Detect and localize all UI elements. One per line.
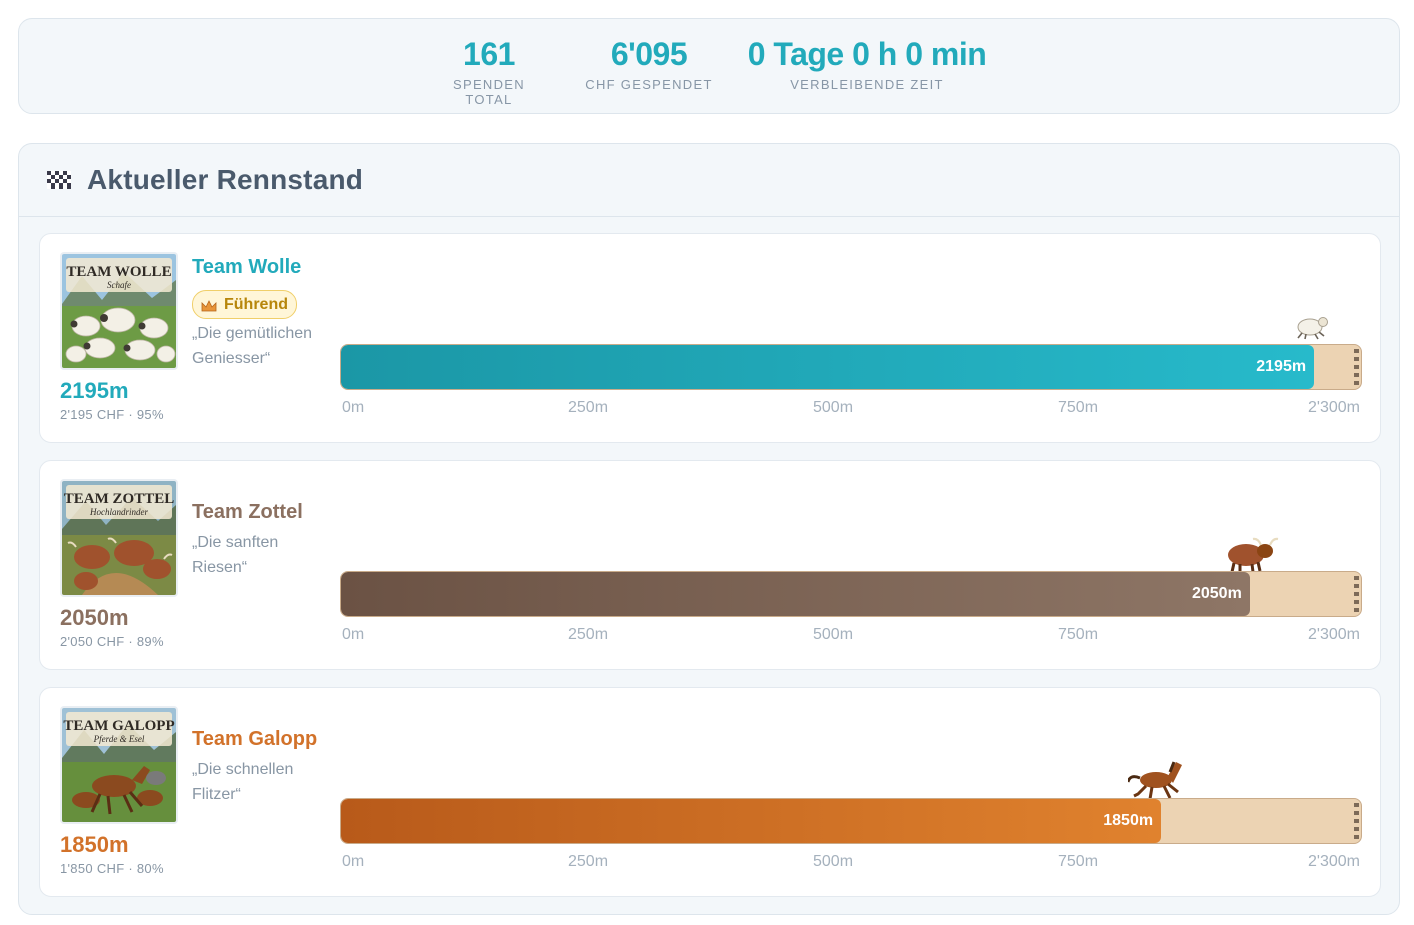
team-wolle-progress: 2195m: [341, 345, 1315, 389]
team-wolle-distance: 2195m: [60, 378, 129, 403]
sheep-icon: [1292, 312, 1330, 345]
team-wolle-image-title: TEAM WOLLE: [66, 264, 171, 280]
tick-0: 0m: [342, 626, 365, 643]
finish-line: [1354, 576, 1359, 612]
tick-goal: 2'300m: [1308, 853, 1360, 870]
stats-bar: 161 SPENDEN TOTAL 6'095 CHF GESPENDET 0 …: [18, 18, 1400, 114]
team-wolle-tagline: „Die gemütlichen Geniesser“: [192, 325, 313, 367]
team-wolle-track: 2195m: [340, 344, 1362, 390]
finish-line: [1354, 349, 1359, 385]
team-galopp-progress-label: 1850m: [1103, 812, 1154, 829]
team-card-wolle: TEAM WOLLE Schafe Team Wolle Führend „Di…: [39, 233, 1381, 443]
team-card-zottel: TEAM ZOTTEL Hochlandrinder Team Zottel „…: [39, 460, 1381, 670]
tick-250: 250m: [568, 853, 609, 870]
team-galopp-image-title: TEAM GALOPP: [63, 718, 174, 734]
leading-badge: Führend: [192, 290, 297, 319]
stat-chf-label: CHF GESPENDET: [585, 77, 713, 92]
team-wolle-image: TEAM WOLLE Schafe: [60, 252, 178, 370]
tick-500: 500m: [813, 626, 854, 643]
checkered-flag-icon: [47, 171, 71, 189]
team-galopp-axis: 0m 250m 500m 750m 2'300m: [342, 853, 1360, 873]
team-galopp-image: TEAM GALOPP Pferde & Esel: [60, 706, 178, 824]
stat-donations-label: SPENDEN TOTAL: [453, 77, 525, 107]
team-zottel-track: 2050m: [340, 571, 1362, 617]
tick-250: 250m: [568, 626, 609, 643]
team-wolle-meta: 2'195 CHF · 95%: [60, 407, 164, 422]
team-zottel-tagline: „Die sanften Riesen“: [192, 534, 279, 576]
stat-donations-value: 161: [463, 36, 515, 72]
team-galopp-distance: 1850m: [60, 832, 129, 857]
crown-icon: [201, 299, 217, 311]
tick-500: 500m: [813, 853, 854, 870]
team-wolle-progress-label: 2195m: [1256, 358, 1307, 375]
team-card-galopp: TEAM GALOPP Pferde & Esel Team Galopp „D…: [39, 687, 1381, 897]
team-zottel-progress-label: 2050m: [1191, 585, 1242, 602]
team-galopp-progress: 1850m: [341, 799, 1162, 843]
tick-goal: 2'300m: [1308, 399, 1360, 416]
stat-chf-value: 6'095: [610, 36, 688, 72]
team-galopp-track: 1850m: [340, 798, 1362, 844]
tick-250: 250m: [568, 399, 609, 416]
stat-time-value: 0 Tage 0 h 0 min: [747, 36, 987, 72]
team-wolle-image-subtitle: Schafe: [107, 280, 131, 290]
stat-chf: 6'095 CHF GESPENDET: [584, 33, 714, 92]
race-title: Aktueller Rennstand: [87, 164, 364, 195]
race-panel: Aktueller Rennstand TEAM WOLLE Schafe Te…: [18, 143, 1400, 915]
finish-line: [1354, 803, 1359, 839]
team-zottel-image: TEAM ZOTTEL Hochlandrinder: [60, 479, 178, 597]
tick-goal: 2'300m: [1308, 626, 1360, 643]
team-galopp-name: Team Galopp: [192, 728, 318, 750]
team-zottel-name: Team Zottel: [192, 501, 303, 523]
team-zottel-meta: 2'050 CHF · 89%: [60, 634, 164, 649]
tick-500: 500m: [813, 399, 854, 416]
team-zottel-axis: 0m 250m 500m 750m 2'300m: [342, 626, 1360, 646]
team-zottel-distance: 2050m: [60, 605, 129, 630]
race-header: Aktueller Rennstand: [19, 144, 1399, 217]
tick-0: 0m: [342, 399, 365, 416]
team-zottel-progress: 2050m: [341, 572, 1250, 616]
team-galopp-tagline: „Die schnellen Flitzer“: [192, 761, 294, 803]
team-zottel-image-subtitle: Hochlandrinder: [89, 507, 148, 517]
team-zottel-image-title: TEAM ZOTTEL: [64, 491, 174, 507]
tick-750: 750m: [1058, 626, 1099, 643]
stat-time: 0 Tage 0 h 0 min VERBLEIBENDE ZEIT: [737, 33, 997, 92]
team-wolle-axis: 0m 250m 500m 750m 2'300m: [342, 399, 1360, 419]
team-wolle-name: Team Wolle: [192, 256, 302, 278]
tick-750: 750m: [1058, 853, 1099, 870]
team-galopp-meta: 1'850 CHF · 80%: [60, 861, 164, 876]
stat-donations: 161 SPENDEN TOTAL: [429, 33, 549, 107]
stat-time-label: VERBLEIBENDE ZEIT: [790, 77, 944, 92]
tick-750: 750m: [1058, 399, 1099, 416]
leading-badge-label: Führend: [224, 295, 288, 313]
team-galopp-image-subtitle: Pferde & Esel: [93, 734, 145, 744]
tick-0: 0m: [342, 853, 365, 870]
